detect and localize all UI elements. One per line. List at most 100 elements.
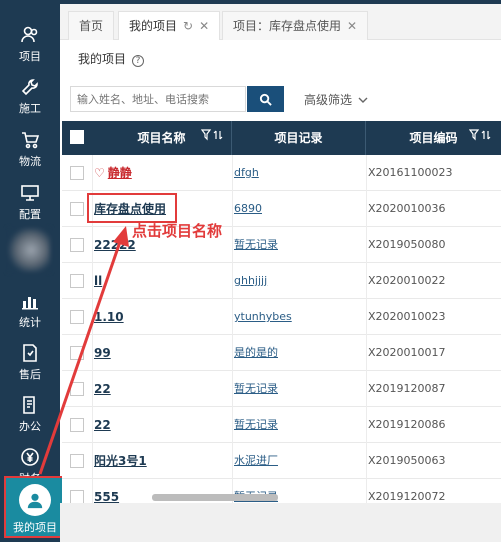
row-checkbox[interactable] <box>70 274 84 288</box>
project-name-link[interactable]: ♡ 静静 <box>94 155 132 191</box>
project-record-link[interactable]: 水泥进厂 <box>234 443 278 479</box>
advanced-filter-label: 高级筛选 <box>304 93 353 107</box>
project-record-link[interactable]: 暂无记录 <box>234 371 278 407</box>
project-name-text: 阳光3号1 <box>94 454 147 468</box>
project-record-link[interactable]: 暂无记录 <box>234 479 278 504</box>
column-divider <box>232 263 233 299</box>
tab-home[interactable]: 首页 <box>68 11 115 40</box>
filter-sort-icon[interactable] <box>200 121 223 155</box>
horizontal-scrollbar[interactable] <box>152 494 278 501</box>
project-record-link[interactable]: ghhjjjj <box>234 263 267 299</box>
heart-icon[interactable]: ♡ <box>94 155 105 191</box>
project-record-link[interactable]: 6890 <box>234 191 262 227</box>
close-icon[interactable]: ✕ <box>199 19 209 33</box>
page-title: 我的项目? <box>78 50 145 67</box>
refresh-icon[interactable]: ↻ <box>183 19 193 33</box>
row-checkbox[interactable] <box>70 382 84 396</box>
project-code: X2020010036 <box>368 202 446 215</box>
search-button[interactable] <box>247 86 284 112</box>
people-icon <box>0 25 60 49</box>
row-checkbox[interactable] <box>70 310 84 324</box>
table-row: ll ghhjjjj X2020010022 <box>62 263 501 299</box>
row-checkbox[interactable] <box>70 238 84 252</box>
column-divider <box>92 407 93 443</box>
project-code: X20161100023 <box>368 166 453 179</box>
column-divider <box>366 155 367 191</box>
column-divider <box>366 443 367 479</box>
project-name-text: 22 <box>94 418 111 432</box>
column-divider <box>92 263 93 299</box>
header-project-code[interactable]: 项目编码 <box>366 121 501 155</box>
column-divider <box>92 155 93 191</box>
sidebar-item-finance[interactable]: 财务 <box>0 444 60 476</box>
table-row: 阳光3号1 水泥进厂 X2019050063 <box>62 443 501 479</box>
row-checkbox[interactable] <box>70 454 84 468</box>
table-row: 22 暂无记录 X2019120086 <box>62 407 501 443</box>
sidebar-item-office[interactable]: 办公 <box>0 392 60 444</box>
project-name-text: 99 <box>94 346 111 360</box>
project-record-link[interactable]: 是的是的 <box>234 335 278 371</box>
project-name-link[interactable]: ll <box>94 263 102 299</box>
project-name-link[interactable]: 阳光3号1 <box>94 443 147 479</box>
filter-sort-icon[interactable] <box>468 121 491 155</box>
project-name-link[interactable]: 22222 <box>94 227 136 263</box>
tab-my-project[interactable]: 我的项目 ↻ ✕ <box>118 11 221 40</box>
project-name-link[interactable]: 22 <box>94 371 111 407</box>
column-divider <box>366 479 367 504</box>
project-record-link[interactable]: ytunhybes <box>234 299 292 335</box>
sidebar-item-config[interactable]: 配置 <box>0 180 60 232</box>
project-name-link[interactable]: 99 <box>94 335 111 371</box>
column-divider <box>92 443 93 479</box>
project-record-link[interactable]: 暂无记录 <box>234 227 278 263</box>
header-label: 项目编码 <box>409 131 458 145</box>
project-code: X2019120072 <box>368 490 446 503</box>
project-name-link[interactable]: 22 <box>94 407 111 443</box>
sidebar-item-logistics[interactable]: 物流 <box>0 127 60 179</box>
row-checkbox[interactable] <box>70 202 84 216</box>
table-row: 555 暂无记录 X2019120072 <box>62 479 501 505</box>
chart-icon <box>0 291 60 315</box>
sidebar-item-label: 施工 <box>19 102 41 115</box>
column-divider <box>232 299 233 335</box>
row-checkbox[interactable] <box>70 346 84 360</box>
project-code: X2019050063 <box>368 454 446 467</box>
my-project-button[interactable]: 我的项目 <box>4 476 66 538</box>
column-divider <box>366 191 367 227</box>
sidebar-item-label: 配置 <box>19 208 41 221</box>
sidebar: 项目 施工 物流 配置 统计 售后 办公 我的项目 <box>0 0 66 542</box>
tab-project-detail[interactable]: 项目：库存盘点使用 ✕ <box>222 11 369 40</box>
select-all-checkbox[interactable] <box>70 130 84 144</box>
column-divider <box>232 407 233 443</box>
project-record-link[interactable]: dfgh <box>234 155 259 191</box>
sidebar-item-stats[interactable]: 统计 <box>0 288 60 340</box>
header-project-name[interactable]: 项目名称 <box>92 121 232 155</box>
project-record-link[interactable]: 暂无记录 <box>234 407 278 443</box>
project-name-text: 22222 <box>94 238 136 252</box>
project-code: X2020010017 <box>368 346 446 359</box>
sidebar-item-label: 售后 <box>19 368 41 381</box>
tab-label: 首页 <box>79 19 104 33</box>
row-checkbox[interactable] <box>70 418 84 432</box>
advanced-filter[interactable]: 高级筛选 <box>304 91 368 108</box>
column-divider <box>92 479 93 504</box>
sidebar-item-aftersales[interactable]: 售后 <box>0 340 60 392</box>
search-icon <box>259 93 272 106</box>
blurred-avatar <box>8 228 50 272</box>
sidebar-item-label: 统计 <box>19 316 41 329</box>
row-checkbox[interactable] <box>70 166 84 180</box>
search-input[interactable] <box>70 86 246 112</box>
project-name-text: 1.10 <box>94 310 124 324</box>
highlight-box <box>87 193 177 223</box>
header-project-record[interactable]: 项目记录 <box>232 121 366 155</box>
column-divider <box>232 371 233 407</box>
project-name-link[interactable]: 1.10 <box>94 299 124 335</box>
sidebar-item-project[interactable]: 项目 <box>0 22 60 74</box>
project-name-text: ll <box>94 274 103 288</box>
close-icon[interactable]: ✕ <box>347 19 357 33</box>
sidebar-item-construction[interactable]: 施工 <box>0 74 60 126</box>
header-label: 项目记录 <box>274 131 323 145</box>
help-icon[interactable]: ? <box>132 55 145 67</box>
project-name-link[interactable]: 555 <box>94 479 119 504</box>
shield-doc-icon <box>0 343 60 367</box>
row-checkbox[interactable] <box>70 490 84 504</box>
